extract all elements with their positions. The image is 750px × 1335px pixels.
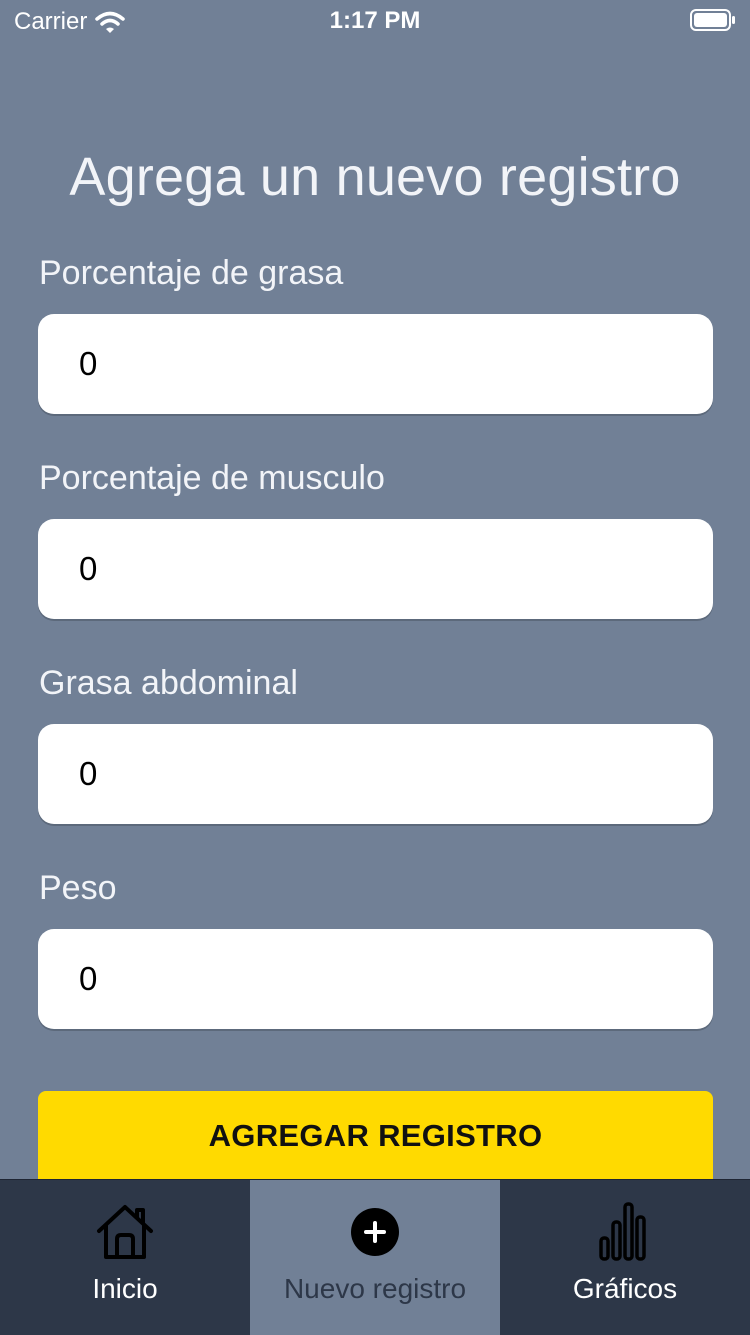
weight-input[interactable] [38, 929, 713, 1029]
muscle-percentage-input[interactable] [38, 519, 713, 619]
bar-chart-icon [500, 1202, 750, 1262]
abdominal-fat-label: Grasa abdominal [39, 664, 298, 702]
status-bar: Carrier 1:17 PM [0, 0, 750, 40]
tab-graficos[interactable]: Gráficos [500, 1180, 750, 1335]
tab-nuevo-registro[interactable]: Nuevo registro [250, 1180, 500, 1335]
tab-inicio-label: Inicio [92, 1273, 158, 1304]
fat-percentage-label: Porcentaje de grasa [39, 254, 344, 292]
page-title: Agrega un nuevo registro [69, 147, 681, 207]
tab-nuevo-registro-label: Nuevo registro [283, 1273, 467, 1304]
tab-graficos-label: Gráficos [572, 1273, 678, 1304]
home-icon [0, 1202, 250, 1262]
weight-label: Peso [39, 869, 117, 907]
abdominal-fat-input[interactable] [38, 724, 713, 824]
tab-bar: Inicio Nuevo registro Gráficos [0, 1179, 750, 1335]
muscle-percentage-label: Porcentaje de musculo [39, 459, 385, 497]
add-record-button[interactable]: AGREGAR REGISTRO [38, 1091, 713, 1181]
add-circle-icon [250, 1202, 500, 1262]
status-time: 1:17 PM [329, 7, 421, 34]
fat-percentage-input[interactable] [38, 314, 713, 414]
battery-icon [690, 9, 736, 31]
tab-inicio[interactable]: Inicio [0, 1180, 250, 1335]
